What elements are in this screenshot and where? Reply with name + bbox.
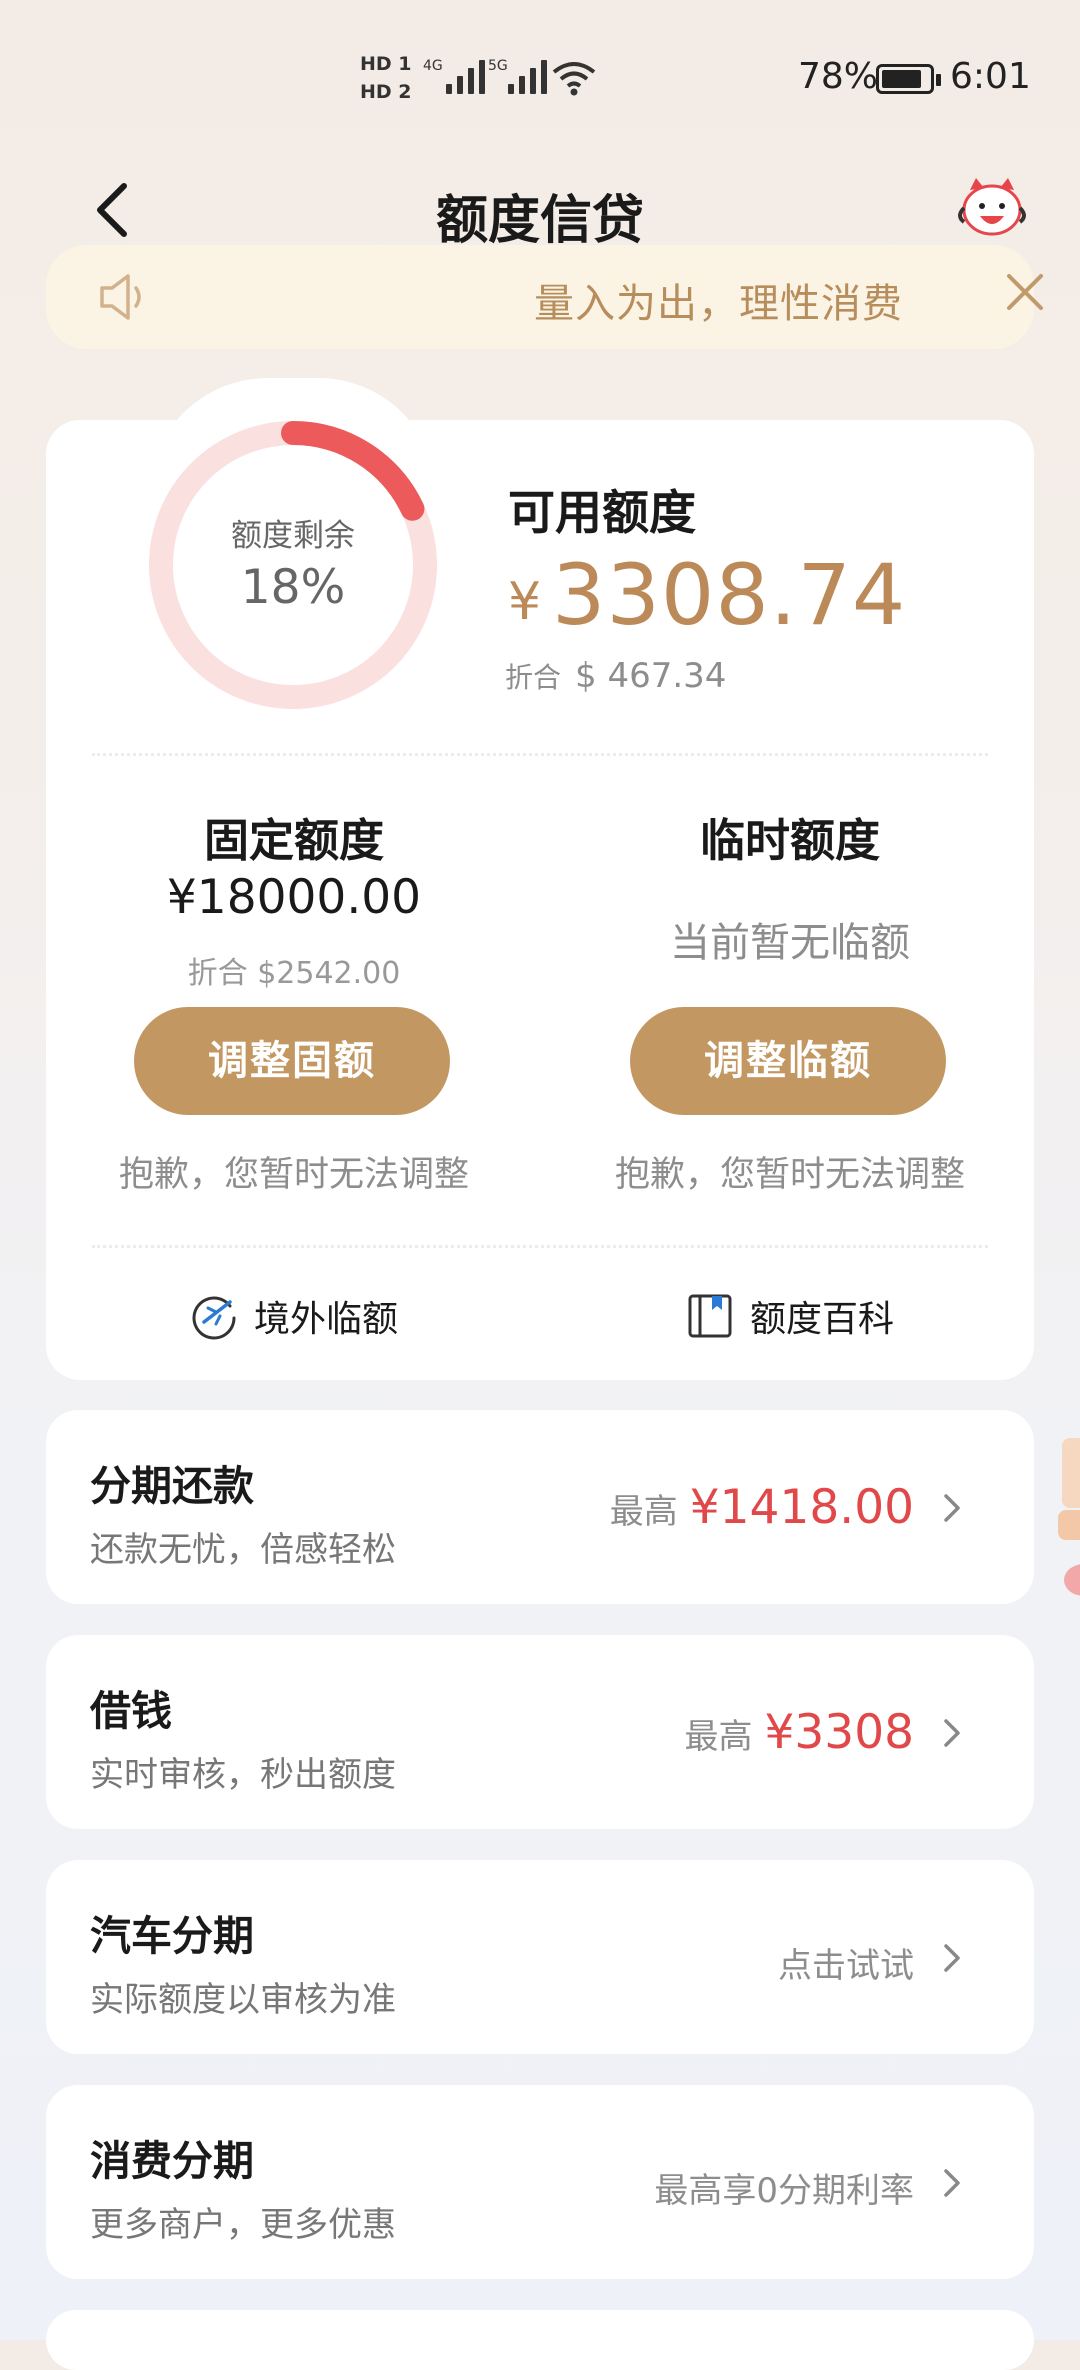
offer-prefix: 最高 <box>684 1717 753 1757</box>
limit-wiki-link[interactable]: 额度百科 <box>686 1288 894 1344</box>
list-item-title: 汽车分期 <box>90 1912 254 1960</box>
temp-limit-section: 临时额度 当前暂无临额 调整临额 抱歉，您暂时无法调整 <box>542 0 1038 1200</box>
overseas-limit-link[interactable]: 境外临额 <box>190 1288 398 1344</box>
list-item-offer: 最高 ¥1418.00 <box>610 1480 914 1535</box>
limit-wiki-label: 额度百科 <box>750 1299 895 1340</box>
fixed-limit-converted: 折合 $2542.00 <box>187 956 401 991</box>
temp-limit-note: 抱歉，您暂时无法调整 <box>614 1155 965 1195</box>
offer-text: 点击试试 <box>778 1946 914 1986</box>
list-item-title: 分期还款 <box>90 1462 254 1510</box>
chevron-right-icon <box>944 1719 960 1747</box>
overseas-limit-label: 境外临额 <box>254 1299 399 1340</box>
list-item-subtitle: 实际额度以审核为准 <box>90 1980 396 2020</box>
list-item-subtitle: 还款无忧，倍感轻松 <box>90 1530 396 1570</box>
chevron-right-icon <box>944 1494 960 1522</box>
list-item-offer: 最高 ¥3308 <box>684 1705 914 1760</box>
adjust-fixed-button[interactable]: 调整固额 <box>134 1007 450 1115</box>
list-item-title: 消费分期 <box>90 2137 254 2185</box>
list-item-subtitle: 实时审核，秒出额度 <box>90 1755 396 1795</box>
plane-globe-icon <box>192 1296 236 1340</box>
fixed-limit-title: 固定额度 <box>203 814 384 867</box>
chevron-right-icon <box>944 1944 960 1972</box>
temp-limit-title: 临时额度 <box>699 814 880 867</box>
divider <box>92 1245 988 1248</box>
offer-prefix: 最高 <box>609 1492 678 1532</box>
chevron-right-icon <box>944 2169 960 2197</box>
book-icon <box>688 1294 732 1338</box>
list-item-offer: 最高享0分期利率 <box>654 2163 914 2212</box>
list-item-title: 借钱 <box>90 1687 172 1735</box>
list-item-installment-repay[interactable]: 分期还款 还款无忧，倍感轻松 最高 ¥1418.00 <box>46 1410 1034 1604</box>
offer-value: ¥1418.00 <box>689 1480 914 1535</box>
offer-value: ¥3308 <box>764 1705 914 1760</box>
adjust-temp-button[interactable]: 调整临额 <box>630 1007 946 1115</box>
list-item-partial <box>46 2310 1034 2370</box>
fixed-limit-amount: ¥18000.00 <box>166 870 422 925</box>
list-item-offer: 点击试试 <box>778 1938 914 1987</box>
list-item-subtitle: 更多商户，更多优惠 <box>90 2205 396 2245</box>
fixed-limit-section: 固定额度 ¥18000.00 折合 $2542.00 调整固额 抱歉，您暂时无法… <box>46 0 542 1200</box>
list-item-consumer-installment[interactable]: 消费分期 更多商户，更多优惠 最高享0分期利率 <box>46 2085 1034 2279</box>
fixed-limit-note: 抱歉，您暂时无法调整 <box>118 1155 469 1195</box>
floating-gift-icon[interactable] <box>1050 1430 1080 1610</box>
list-item-car-installment[interactable]: 汽车分期 实际额度以审核为准 点击试试 <box>46 1860 1034 2054</box>
offer-text: 最高享0分期利率 <box>654 2171 914 2211</box>
temp-limit-status: 当前暂无临额 <box>670 920 910 966</box>
list-item-borrow[interactable]: 借钱 实时审核，秒出额度 最高 ¥3308 <box>46 1635 1034 1829</box>
